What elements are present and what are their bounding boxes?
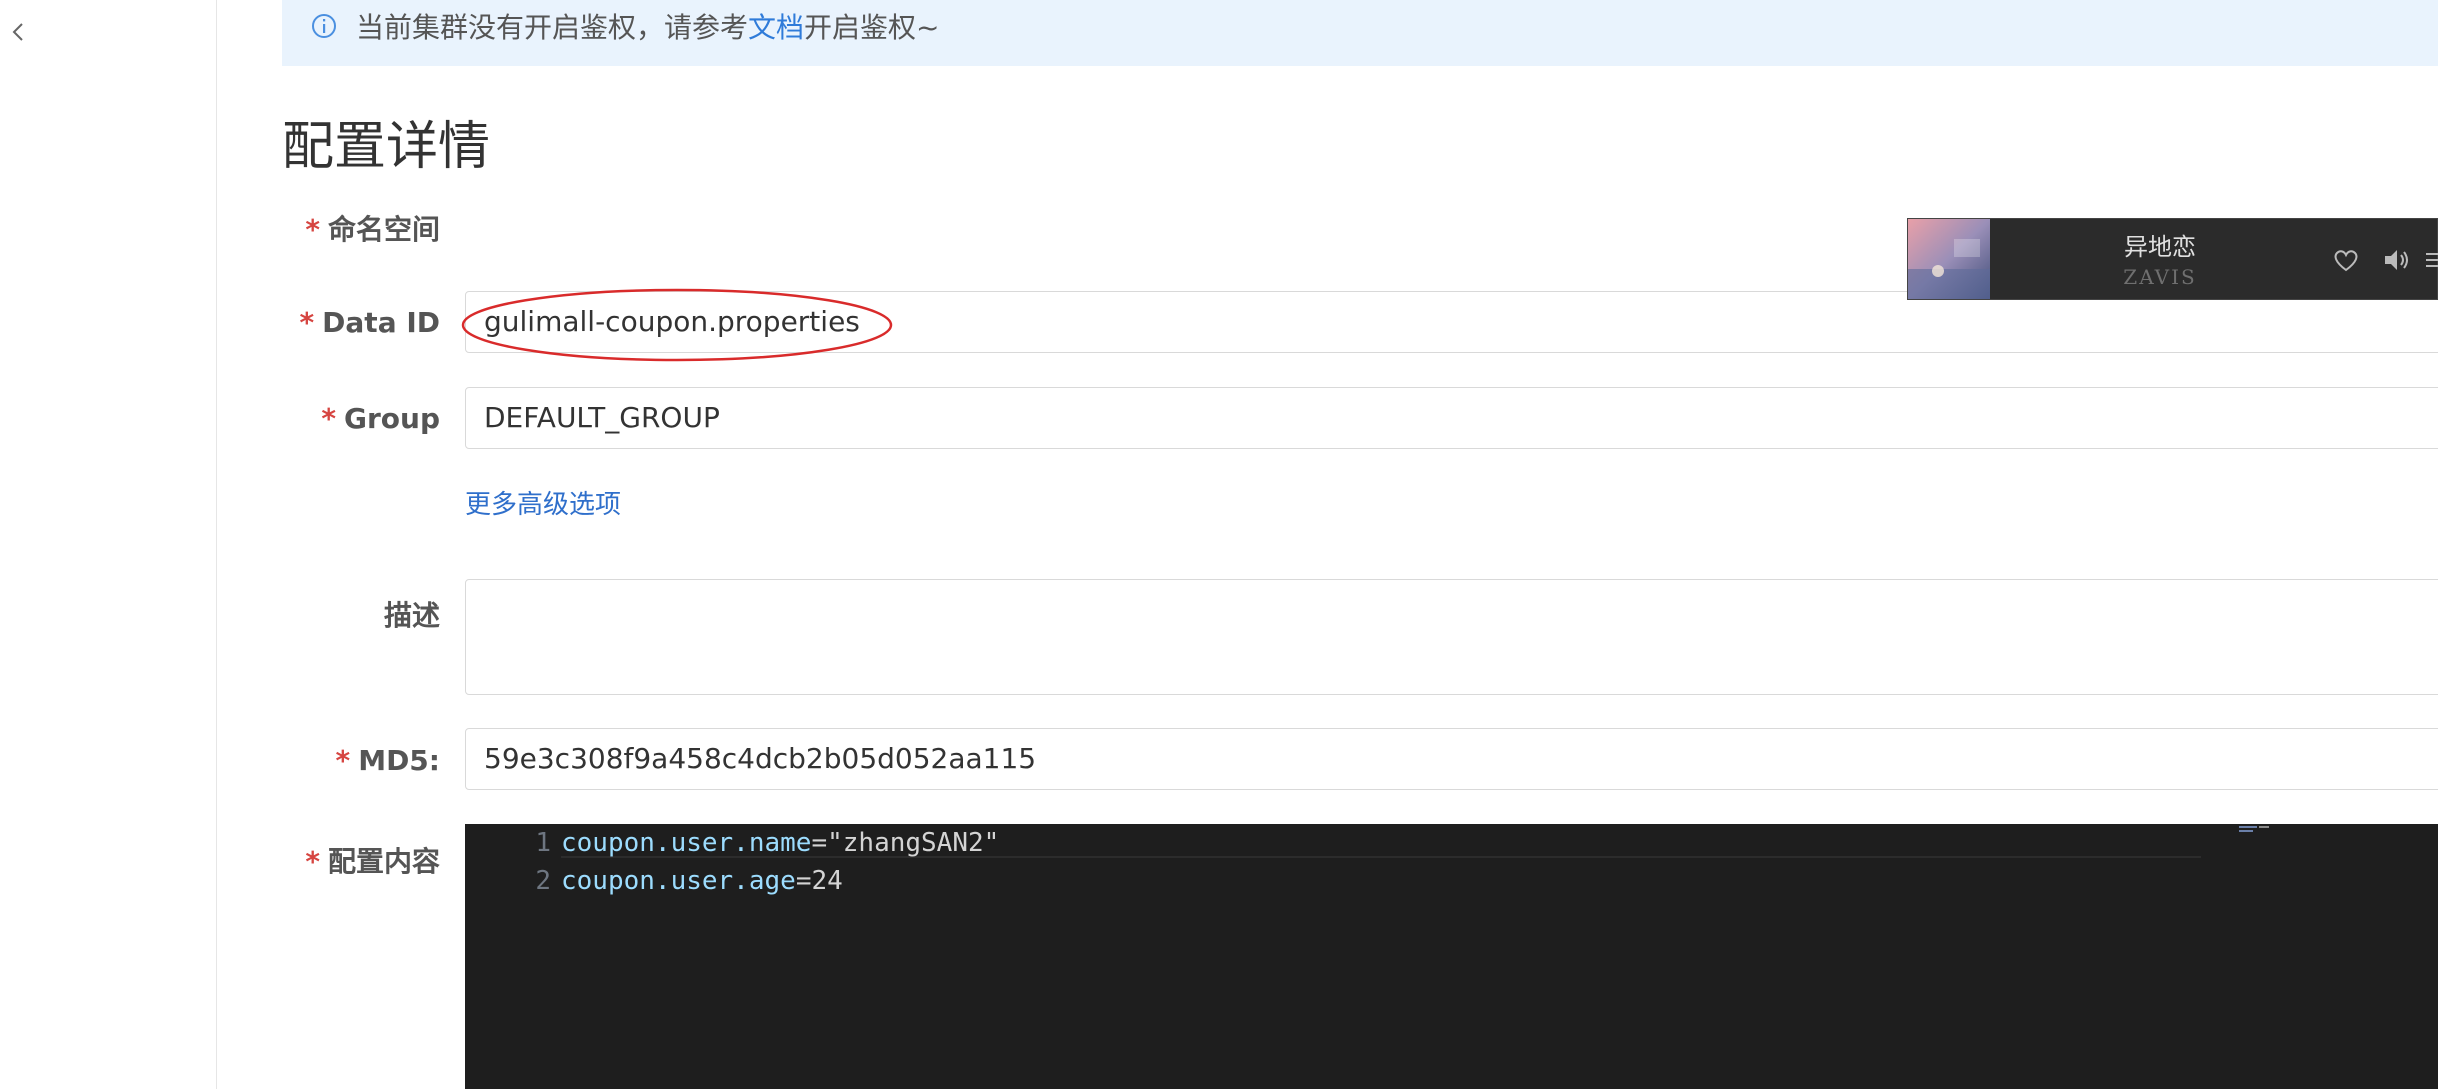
minimap[interactable] [2235,824,2295,834]
line-code: coupon.user.age=24 [561,866,843,896]
namespace-label-text: 命名空间 [327,213,440,246]
playlist-icon[interactable] [2424,245,2438,275]
track-info: 异地恋 ZAVIS [1990,219,2330,299]
group-label-text: Group [343,402,440,435]
heart-icon[interactable] [2331,245,2361,275]
content-label: * 配置内容 [305,840,440,880]
md5-label: * MD5: [336,744,440,777]
required-mark: * [299,306,315,339]
line-number: 1 [535,828,551,858]
auth-notice-banner: 当前集群没有开启鉴权，请参考文档开启鉴权~ [282,0,2438,66]
notice-text-after: 开启鉴权~ [804,11,940,44]
md5-label-text: MD5: [358,744,440,777]
md5-input[interactable]: 59e3c308f9a458c4dcb2b05d052aa115 [465,728,2438,790]
code-operator: = [795,866,812,896]
content-label-text: 配置内容 [327,845,440,878]
sidebar [0,0,217,1089]
data-id-input[interactable]: gulimall-coupon.properties [465,291,2438,353]
notice-text: 当前集群没有开启鉴权，请参考文档开启鉴权~ [356,6,940,46]
description-label: 描述 [384,594,440,634]
editor-line[interactable]: 1 coupon.user.name="zhangSAN2" [465,828,2438,864]
song-title: 异地恋 [2124,233,2196,261]
info-icon [312,14,336,38]
code-editor[interactable]: 1 coupon.user.name="zhangSAN2" 2 coupon.… [465,824,2438,1089]
required-mark: * [305,213,320,246]
advanced-options-link[interactable]: 更多高级选项 [465,484,621,521]
artist-name: ZAVIS [2123,265,2197,289]
description-label-text: 描述 [383,599,440,632]
required-mark: * [305,845,320,878]
doc-link[interactable]: 文档 [748,11,804,44]
code-operator: = [811,828,828,858]
page-title: 配置详情 [282,117,491,177]
editor-line[interactable]: 2 coupon.user.age=24 [465,866,2438,902]
code-value: 24 [811,866,843,896]
album-cover-image [1908,219,1990,299]
data-id-label-text: Data ID [322,306,440,339]
namespace-label: * 命名空间 [305,208,440,248]
required-mark: * [321,402,336,435]
line-code: coupon.user.name="zhangSAN2" [561,828,999,858]
data-id-label: * Data ID [300,306,440,339]
group-input[interactable]: DEFAULT_GROUP [465,387,2438,449]
music-player-widget[interactable]: 异地恋 ZAVIS [1907,218,2438,300]
code-key: coupon.user.age [561,866,796,896]
description-textarea[interactable] [465,579,2438,695]
code-key: coupon.user.name [561,828,812,858]
required-mark: * [335,744,351,777]
code-value: "zhangSAN2" [827,828,1000,858]
notice-text-before: 当前集群没有开启鉴权，请参考 [356,11,749,44]
group-label: * Group [321,402,440,435]
chevron-left-icon[interactable] [8,18,28,46]
volume-icon[interactable] [2381,245,2411,275]
line-number: 2 [535,866,551,896]
